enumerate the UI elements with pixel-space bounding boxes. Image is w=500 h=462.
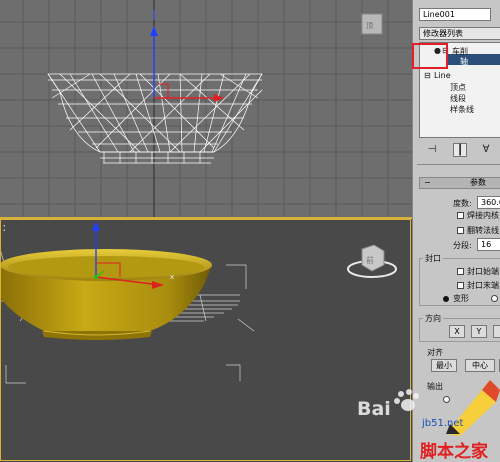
modifier-list-dropdown[interactable]: 修改器列表: [419, 27, 500, 40]
align-center-button[interactable]: 中心: [465, 359, 495, 372]
stack-item-line[interactable]: Line: [434, 71, 451, 80]
perspective-viewport-label[interactable]: ：: [2, 221, 11, 234]
direction-z-button[interactable]: [493, 325, 500, 338]
svg-text:x: x: [170, 273, 174, 281]
degrees-field[interactable]: 360.0: [477, 196, 500, 209]
direction-title: 方向: [423, 313, 443, 324]
expand-icon[interactable]: ⊟: [424, 71, 431, 80]
viewcube-persp: 前: [347, 244, 397, 278]
direction-y-button[interactable]: Y: [471, 325, 487, 338]
stack-item-spline[interactable]: 样条线: [450, 104, 474, 115]
top-viewport[interactable]: 顶: [0, 0, 412, 218]
cap-end-checkbox[interactable]: [457, 282, 464, 289]
parameters-rollout-header[interactable]: − 参数: [419, 177, 500, 189]
flip-normals-checkbox[interactable]: [457, 227, 464, 234]
cap-start-checkbox[interactable]: [457, 268, 464, 275]
degrees-label: 度数:: [453, 199, 472, 208]
transform-gizmo-top: [150, 26, 224, 102]
stack-item-vertex[interactable]: 顶点: [450, 82, 466, 93]
flip-normals-label: 翻转法线: [467, 226, 499, 235]
morph-radio[interactable]: [443, 296, 449, 302]
parameters-title: 参数: [470, 178, 486, 187]
stack-item-axis[interactable]: 轴: [460, 56, 468, 67]
weld-core-checkbox[interactable]: [457, 212, 464, 219]
align-title: 对齐: [427, 348, 443, 357]
highlight-box: [412, 43, 448, 69]
show-end-result-icon[interactable]: ┃: [453, 143, 467, 157]
weld-core-label: 焊接内核: [467, 211, 499, 220]
collapse-icon: −: [424, 178, 431, 187]
svg-text:顶: 顶: [366, 22, 373, 30]
svg-text:前: 前: [366, 255, 374, 265]
object-name-field[interactable]: Line001: [419, 8, 491, 21]
cap-end-label: 封口末端: [467, 281, 499, 290]
cap-start-label: 封口始端: [467, 267, 499, 276]
site-watermark: 脚本之家: [420, 442, 488, 462]
segments-field[interactable]: 16: [477, 238, 500, 251]
capping-title: 封口: [423, 253, 443, 264]
grid-radio[interactable]: [491, 295, 498, 302]
segments-label: 分段:: [453, 241, 472, 250]
divider: [417, 164, 500, 165]
bowl-wireframe: [47, 73, 263, 164]
perspective-viewport-canvas: x 前: [0, 221, 397, 384]
paw-logo-icon: [394, 389, 419, 411]
perspective-viewport[interactable]: x 前 ：: [0, 219, 412, 462]
morph-label: 变形: [453, 294, 469, 303]
pin-stack-icon[interactable]: ⊣: [425, 143, 439, 157]
make-unique-icon[interactable]: ∀: [479, 143, 493, 157]
stack-item-segment[interactable]: 线段: [450, 93, 466, 104]
direction-x-button[interactable]: X: [449, 325, 465, 338]
top-viewport-canvas: 顶: [0, 0, 412, 218]
baidu-watermark: Bai: [357, 398, 391, 420]
jb51-watermark: jb51.net: [422, 418, 464, 429]
align-min-button[interactable]: 最小: [431, 359, 457, 372]
viewcube-top: 顶: [361, 13, 383, 35]
